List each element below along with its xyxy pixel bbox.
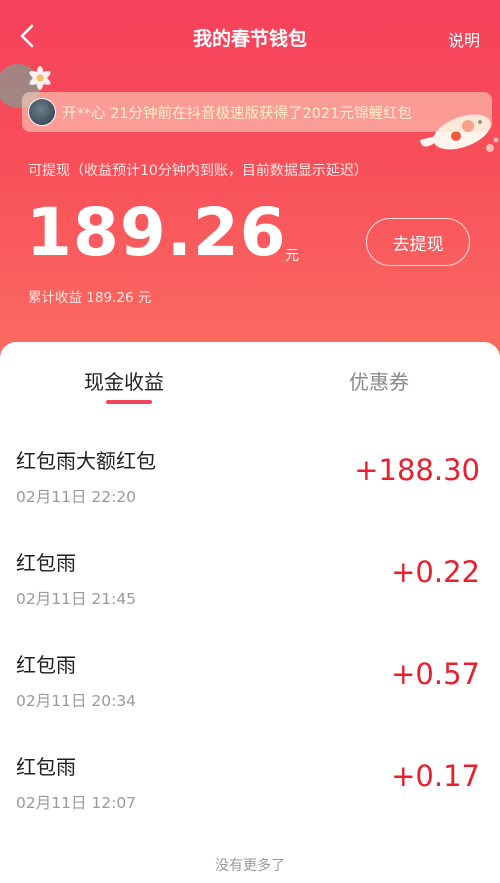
tab-indicator: [106, 400, 152, 404]
tab-cash-earnings[interactable]: 现金收益: [84, 366, 164, 395]
nav-bar: 我的春节钱包 说明: [0, 0, 500, 76]
record-time: 02月11日 21:45: [16, 590, 137, 608]
withdraw-button[interactable]: 去提现: [366, 218, 470, 266]
record-title: 红包雨: [16, 551, 76, 575]
record-time: 02月11日 20:34: [16, 692, 137, 710]
list-item[interactable]: 红包雨 02月11日 20:34 +0.57: [0, 649, 500, 749]
list-item[interactable]: 红包雨 02月11日 21:45 +0.22: [0, 547, 500, 647]
no-more-label: 没有更多了: [215, 858, 285, 874]
record-amount: +0.17: [391, 759, 480, 793]
total-earnings: 累计收益 189.26 元: [28, 290, 152, 306]
balance-amount: 189.26: [26, 194, 287, 271]
record-title: 红包雨大额红包: [16, 449, 156, 473]
withdrawable-label: 可提现（收益预计10分钟内到账，目前数据显示延迟）: [28, 163, 368, 179]
record-amount: +0.22: [391, 555, 480, 589]
avatar: [28, 98, 56, 126]
record-time: 02月11日 12:07: [16, 794, 137, 812]
winner-ticker[interactable]: 开**心 21分钟前在抖音极速版获得了2021元锦鲤红包: [22, 92, 492, 132]
record-amount: +188.30: [354, 453, 480, 487]
ticker-text: 开**心 21分钟前在抖音极速版获得了2021元锦鲤红包: [62, 105, 412, 122]
record-amount: +0.57: [391, 657, 480, 691]
record-title: 红包雨: [16, 755, 76, 779]
record-title: 红包雨: [16, 653, 76, 677]
help-link[interactable]: 说明: [448, 27, 480, 51]
balance-unit: 元: [285, 248, 299, 264]
record-time: 02月11日 22:20: [16, 488, 137, 506]
list-item[interactable]: 红包雨大额红包 02月11日 22:20 +188.30: [0, 445, 500, 545]
tab-coupons[interactable]: 优惠券: [349, 366, 409, 395]
list-item[interactable]: 红包雨 02月11日 12:07 +0.17: [0, 751, 500, 851]
page-title: 我的春节钱包: [192, 28, 307, 50]
